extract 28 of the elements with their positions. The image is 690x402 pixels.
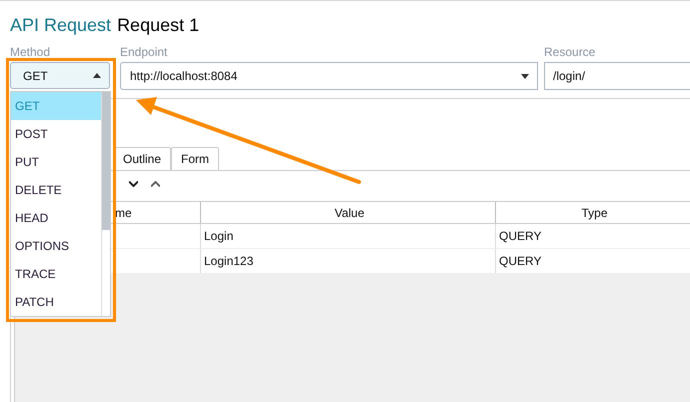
request-title: Request 1 [117,14,200,36]
menu-item[interactable]: PATCH [11,288,101,316]
table-cell: Login123 [200,249,495,273]
tab[interactable]: Outline [113,147,172,170]
field-label: Method [10,45,52,59]
column-header[interactable]: Value [200,202,495,223]
field-label: Resource [544,45,596,59]
field-label: Endpoint [120,45,168,59]
menu-item[interactable]: TRACE [11,260,101,288]
caret-up-icon [93,73,101,78]
menu-item[interactable]: DELETE [11,176,101,204]
table-cell: QUERY [495,224,690,248]
menu-item[interactable]: PUT [11,148,101,176]
tab[interactable]: Form [171,147,220,170]
menu-item[interactable]: HEAD [11,204,101,232]
column-header[interactable]: Type [495,202,690,223]
scrollbar[interactable] [101,92,110,316]
editor-type-title: API Request [10,14,112,36]
method-dropdown[interactable]: GET [10,62,110,89]
menu-item[interactable]: OPTIONS [11,232,101,260]
chevron-down-icon[interactable] [129,181,138,187]
chevron-up-icon[interactable] [151,181,160,187]
resource-field[interactable]: /login/ [544,62,690,90]
table-cell: QUERY [495,249,690,273]
caret-down-icon [521,74,529,78]
endpoint-combobox[interactable]: http://localhost:8084 [120,62,538,90]
table-cell: Login [200,224,495,248]
menu-item[interactable]: POST [11,120,101,148]
